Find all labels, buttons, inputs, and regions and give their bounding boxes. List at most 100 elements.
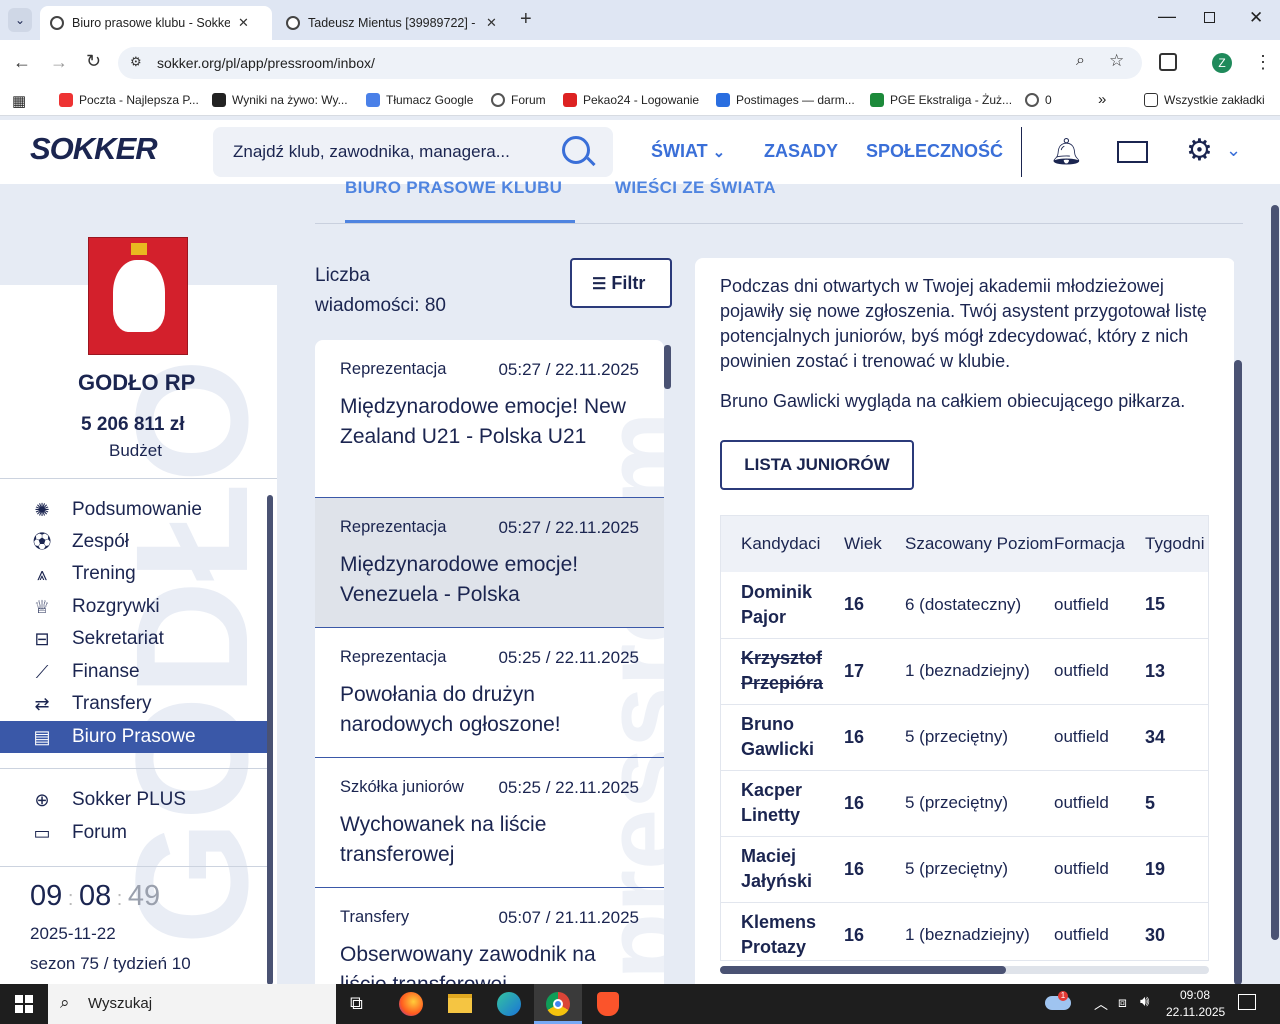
- task-view-icon[interactable]: ⧉: [350, 993, 363, 1014]
- sidebar-item-forum[interactable]: ▭ Forum: [0, 817, 267, 849]
- chart-icon: ⟋: [35, 662, 49, 682]
- nav-rules[interactable]: ZASADY: [764, 141, 838, 162]
- candidate-name[interactable]: Bruno Gawlicki: [721, 704, 844, 770]
- table-hscroll-thumb[interactable]: [720, 966, 1006, 974]
- candidate-name[interactable]: Krzysztof Przepióra: [721, 638, 844, 704]
- ball-favicon-icon: [1025, 93, 1039, 107]
- candidate-name[interactable]: Klemens Protazy: [721, 902, 844, 960]
- more-bookmarks-icon[interactable]: »: [1098, 91, 1106, 108]
- sidebar-item-summary[interactable]: ✺ Podsumowanie: [0, 494, 267, 526]
- list-item[interactable]: Szkółka juniorów 05:25 / 22.11.2025 Wych…: [315, 758, 664, 888]
- tab-player[interactable]: Tadeusz Mientus [39989722] - S ✕: [276, 6, 510, 40]
- sidebar-item-label: Sokker PLUS: [72, 789, 187, 810]
- profile-avatar[interactable]: Z: [1212, 53, 1232, 73]
- detail-paragraph: Podczas dni otwartych w Twojej akademii …: [720, 276, 1207, 371]
- close-tab-icon[interactable]: ✕: [238, 15, 249, 31]
- sidebar-item-sokker-plus[interactable]: ⊕ Sokker PLUS: [0, 784, 267, 816]
- message-list-scrollbar[interactable]: [664, 345, 671, 389]
- file-explorer-icon[interactable]: [448, 994, 472, 1013]
- list-item[interactable]: Reprezentacja 05:27 / 22.11.2025 Międzyn…: [315, 498, 664, 628]
- nav-world[interactable]: ŚWIAT ⌄: [651, 141, 725, 162]
- taskbar-date[interactable]: 22.11.2025: [1166, 1005, 1225, 1019]
- url-text[interactable]: sokker.org/pl/app/pressroom/inbox/: [157, 55, 375, 71]
- site-logo[interactable]: SOKKER: [30, 131, 158, 167]
- notifications-icon[interactable]: [1238, 994, 1256, 1010]
- junior-list-button[interactable]: LISTA JUNIORÓW: [720, 440, 914, 490]
- network-icon[interactable]: ⧈: [1118, 994, 1127, 1011]
- candidate-weeks: 34: [1145, 726, 1166, 747]
- list-item[interactable]: Reprezentacja 05:25 / 22.11.2025 Powołan…: [315, 628, 664, 758]
- windows-start-icon[interactable]: [15, 995, 33, 1013]
- mail-icon[interactable]: [1117, 141, 1148, 163]
- new-tab-button[interactable]: +: [520, 8, 532, 31]
- back-icon[interactable]: ←: [13, 52, 31, 73]
- sidebar-scrollbar[interactable]: [267, 495, 273, 985]
- candidate-name[interactable]: Dominik Pajor: [721, 572, 844, 638]
- taskbar-search[interactable]: ⌕ Wyszukaj: [48, 984, 336, 1024]
- detail-scrollbar[interactable]: [1234, 360, 1242, 985]
- sidebar-item-transfers[interactable]: ⇄ Transfery: [0, 688, 267, 720]
- candidate-level: 1 (beznadziejny): [905, 661, 1030, 680]
- reload-icon[interactable]: ↻: [86, 51, 101, 72]
- bookmark-item[interactable]: Postimages — darm...: [716, 93, 855, 107]
- filter-label: Filtr: [611, 273, 646, 293]
- minimize-button[interactable]: —: [1158, 6, 1176, 27]
- window-scrollbar[interactable]: [1271, 205, 1279, 940]
- bell-icon[interactable]: 🔔︎: [1050, 136, 1083, 167]
- bookmark-item[interactable]: PGE Ekstraliga - Żuż...: [870, 93, 1012, 107]
- firefox-icon[interactable]: [399, 992, 423, 1016]
- tray-chevron-icon[interactable]: ︿: [1094, 994, 1108, 1014]
- message-detail: Podczas dni otwartych w Twojej akademii …: [695, 258, 1235, 985]
- nav-community[interactable]: SPOŁECZNOŚĆ: [866, 141, 1003, 162]
- candidate-name[interactable]: Kacper Linetty: [721, 770, 844, 836]
- bookmark-item[interactable]: Wyniki na żywo: Wy...: [212, 93, 348, 107]
- club-budget: 5 206 811 zł: [81, 414, 185, 435]
- sidebar-item-label: Podsumowanie: [72, 499, 202, 520]
- clock-separator: :: [111, 888, 128, 910]
- sidebar-item-pressroom[interactable]: ▤ Biuro Prasowe: [0, 721, 267, 753]
- brave-icon[interactable]: [597, 992, 619, 1016]
- sidebar-item-games[interactable]: ♕ Rozgrywki: [0, 591, 267, 623]
- bookmark-item[interactable]: 0: [1025, 93, 1052, 107]
- bookmark-item[interactable]: Poczta - Najlepsza P...: [59, 93, 199, 107]
- sidebar-item-training[interactable]: ⩓ Trening: [0, 558, 267, 590]
- browser-menu-icon[interactable]: ⋮: [1254, 52, 1272, 73]
- restore-button[interactable]: [1204, 12, 1215, 23]
- sidebar-item-finances[interactable]: ⟋ Finanse: [0, 656, 267, 688]
- filter-button[interactable]: ☰ Filtr: [570, 258, 672, 308]
- omnibox[interactable]: ⚙ sokker.org/pl/app/pressroom/inbox/ ⌕ ☆: [118, 47, 1142, 79]
- bookmark-item[interactable]: Tłumacz Google: [366, 93, 473, 107]
- bookmark-item[interactable]: Forum: [491, 93, 546, 107]
- ball-icon: ⚽︎: [33, 532, 51, 552]
- forward-icon[interactable]: →: [50, 52, 68, 73]
- tab-world-news[interactable]: WIEŚCI ZE ŚWIATA: [615, 178, 776, 198]
- search-icon[interactable]: [562, 136, 590, 164]
- all-bookmarks[interactable]: Wszystkie zakładki: [1144, 93, 1265, 107]
- gear-icon[interactable]: ⚙: [1186, 133, 1213, 168]
- sidebar-item-office[interactable]: ⊟ Sekretariat: [0, 623, 267, 655]
- chevron-down-icon[interactable]: ⌄: [1226, 140, 1241, 161]
- site-info-icon[interactable]: ⚙: [130, 54, 142, 70]
- tab-list-button[interactable]: ⌄: [8, 8, 32, 32]
- extensions-icon[interactable]: [1159, 53, 1177, 71]
- zoom-icon[interactable]: ⌕: [1076, 52, 1085, 70]
- tab-club-pressroom[interactable]: BIURO PRASOWE KLUBU: [345, 178, 562, 198]
- candidate-name[interactable]: Maciej Jałyński: [721, 836, 844, 902]
- close-tab-icon[interactable]: ✕: [486, 15, 497, 31]
- sidebar-item-team[interactable]: ⚽︎ Zespół: [0, 526, 267, 558]
- club-name[interactable]: GODŁO RP: [78, 370, 195, 396]
- list-item[interactable]: Reprezentacja 05:27 / 22.11.2025 Międzyn…: [315, 340, 664, 498]
- list-item[interactable]: Transfery 05:07 / 21.11.2025 Obserwowany…: [315, 888, 664, 985]
- game-date: 2025-11-22: [30, 924, 116, 943]
- bookmark-item[interactable]: Pekao24 - Logowanie: [563, 93, 699, 107]
- edge-icon[interactable]: [497, 992, 521, 1016]
- volume-icon[interactable]: 🔊︎: [1140, 993, 1149, 1010]
- tab-sokker-pressroom[interactable]: Biuro prasowe klubu - Sokker M ✕: [40, 6, 272, 40]
- table-header-row: Kandydaci Wiek Szacowany Poziom Formacja…: [721, 516, 1208, 572]
- message-date: 05:27 / 22.11.2025: [498, 360, 639, 379]
- apps-icon[interactable]: ▦: [12, 92, 26, 110]
- taskbar-time[interactable]: 09:08: [1180, 988, 1210, 1002]
- close-window-button[interactable]: ✕: [1249, 8, 1263, 28]
- bookmark-star-icon[interactable]: ☆: [1109, 51, 1124, 71]
- site-search-input[interactable]: Znajdź klub, zawodnika, managera...: [213, 127, 613, 177]
